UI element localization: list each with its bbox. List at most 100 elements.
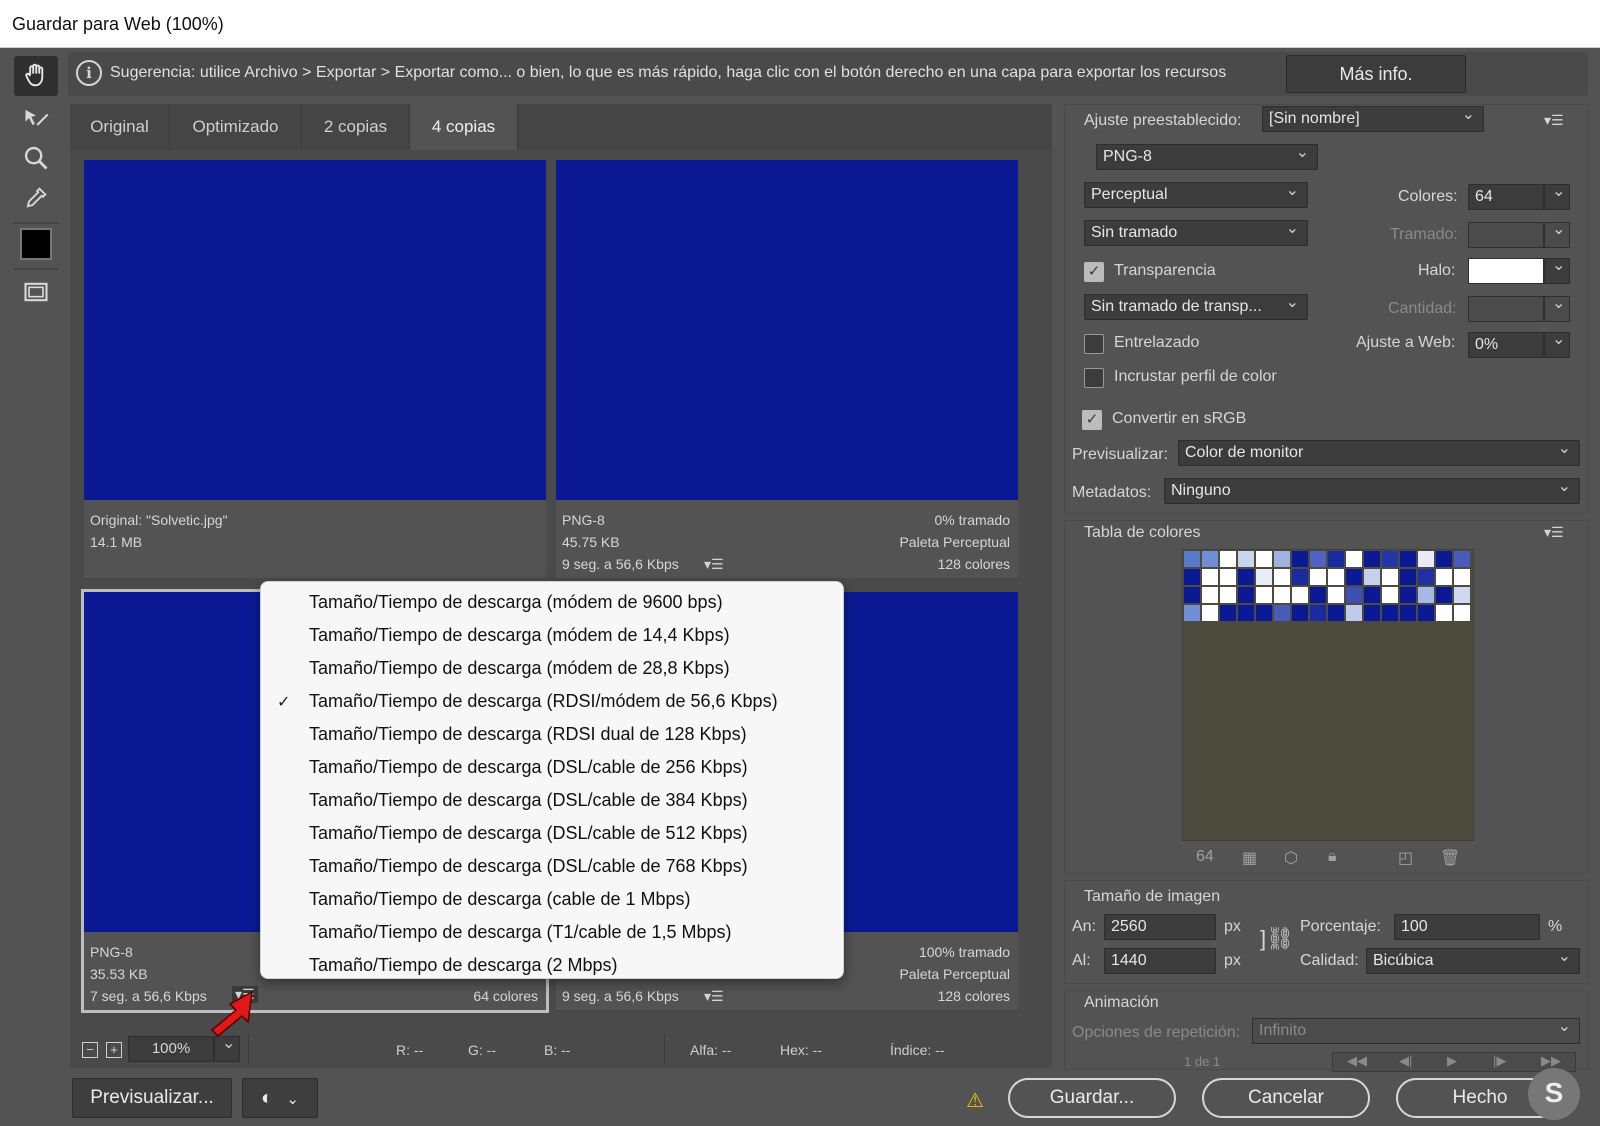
menu-item-1-5m[interactable]: Tamaño/Tiempo de descarga (T1/cable de 1… xyxy=(309,922,732,943)
menu-item-384k[interactable]: Tamaño/Tiempo de descarga (DSL/cable de … xyxy=(309,790,748,811)
toggle-slices-icon[interactable] xyxy=(14,272,58,312)
menu-item-768k[interactable]: Tamaño/Tiempo de descarga (DSL/cable de … xyxy=(309,856,748,877)
optimize-menu-icon[interactable]: ▾☰ xyxy=(1544,112,1564,129)
halo-color-swatch[interactable] xyxy=(1468,258,1544,284)
color-swatch[interactable] xyxy=(1453,604,1471,622)
color-swatch[interactable] xyxy=(1417,604,1435,622)
menu-item-128k[interactable]: Tamaño/Tiempo de descarga (RDSI dual de … xyxy=(309,724,747,745)
color-swatch[interactable] xyxy=(1309,568,1327,586)
web-snap-dropdown[interactable] xyxy=(1544,329,1570,358)
color-swatch[interactable] xyxy=(1273,586,1291,604)
color-swatch[interactable] xyxy=(1255,568,1273,586)
color-swatch[interactable] xyxy=(1273,568,1291,586)
color-swatch[interactable] xyxy=(1219,550,1237,568)
lock-color-icon[interactable]: 🔒︎ xyxy=(1328,848,1337,866)
color-swatch[interactable] xyxy=(1417,586,1435,604)
preset-dropdown[interactable]: [Sin nombre] xyxy=(1262,106,1484,132)
color-swatch[interactable] xyxy=(1435,550,1453,568)
more-info-button[interactable]: Más info. xyxy=(1286,55,1466,93)
color-reduction-dropdown[interactable]: Perceptual xyxy=(1084,182,1308,208)
color-swatch[interactable] xyxy=(1255,586,1273,604)
color-swatch[interactable] xyxy=(1327,604,1345,622)
web-shift-icon[interactable]: ⬡ xyxy=(1284,848,1298,868)
color-swatch[interactable] xyxy=(1345,586,1363,604)
color-swatch[interactable] xyxy=(1381,550,1399,568)
color-swatch[interactable] xyxy=(1363,586,1381,604)
color-swatch[interactable] xyxy=(1255,604,1273,622)
download-time-menu-icon[interactable]: ▾☰ xyxy=(704,556,724,573)
slice-select-tool-icon[interactable] xyxy=(14,98,58,138)
color-swatch[interactable] xyxy=(1237,604,1255,622)
menu-item-9600[interactable]: Tamaño/Tiempo de descarga (módem de 9600… xyxy=(309,592,723,613)
color-swatch[interactable] xyxy=(1201,604,1219,622)
color-swatch[interactable] xyxy=(1309,604,1327,622)
color-swatch[interactable] xyxy=(1453,586,1471,604)
color-swatch[interactable] xyxy=(1435,568,1453,586)
color-swatch[interactable] xyxy=(1183,550,1201,568)
color-swatch[interactable] xyxy=(1381,586,1399,604)
preview-original[interactable]: Original: "Solvetic.jpg" 14.1 MB xyxy=(84,160,546,578)
color-swatch[interactable] xyxy=(1399,550,1417,568)
color-swatch[interactable] xyxy=(1237,586,1255,604)
cancel-button[interactable]: Cancelar xyxy=(1202,1078,1370,1118)
color-swatch[interactable] xyxy=(1309,550,1327,568)
color-swatch[interactable] xyxy=(1417,550,1435,568)
color-swatch[interactable] xyxy=(1399,586,1417,604)
metadata-dropdown[interactable]: Ninguno xyxy=(1164,478,1580,504)
link-icon[interactable]: ]⛓︎ xyxy=(1260,926,1294,952)
color-swatch[interactable] xyxy=(1183,604,1201,622)
color-swatch[interactable] xyxy=(1309,586,1327,604)
preview-mode-dropdown[interactable]: Color de monitor xyxy=(1178,440,1580,466)
color-swatch[interactable] xyxy=(1399,604,1417,622)
menu-item-2m[interactable]: Tamaño/Tiempo de descarga (2 Mbps) xyxy=(309,955,617,976)
browser-preview-button[interactable]: ◐ ⌄ xyxy=(242,1078,318,1118)
color-swatch[interactable] xyxy=(1327,550,1345,568)
color-swatch[interactable] xyxy=(1345,568,1363,586)
zoom-level-field[interactable]: 100% xyxy=(128,1036,214,1062)
color-swatch[interactable] xyxy=(1363,568,1381,586)
tab-2-up[interactable]: 2 copias xyxy=(302,104,410,150)
color-swatch[interactable] xyxy=(1327,586,1345,604)
color-swatch[interactable] xyxy=(1363,550,1381,568)
tab-4-up[interactable]: 4 copias xyxy=(410,104,518,150)
eyedropper-tool-icon[interactable] xyxy=(14,178,58,218)
color-swatch[interactable] xyxy=(1363,604,1381,622)
menu-item-56k[interactable]: Tamaño/Tiempo de descarga (RDSI/módem de… xyxy=(309,691,778,712)
color-swatch[interactable] xyxy=(1273,550,1291,568)
color-table-grid[interactable] xyxy=(1182,549,1474,841)
save-button[interactable]: Guardar... xyxy=(1008,1078,1176,1118)
colors-dropdown[interactable] xyxy=(1544,181,1570,210)
hand-tool-icon[interactable] xyxy=(14,56,58,96)
preview-button[interactable]: Previsualizar... xyxy=(72,1078,232,1118)
zoom-out-button[interactable]: − xyxy=(82,1042,98,1058)
color-swatch[interactable] xyxy=(1453,568,1471,586)
color-swatch[interactable] xyxy=(1435,586,1453,604)
menu-item-512k[interactable]: Tamaño/Tiempo de descarga (DSL/cable de … xyxy=(309,823,748,844)
web-snap-field[interactable]: 0% xyxy=(1468,332,1544,358)
dither-algorithm-dropdown[interactable]: Sin tramado xyxy=(1084,220,1308,246)
color-swatch[interactable] xyxy=(1201,550,1219,568)
menu-item-28k[interactable]: Tamaño/Tiempo de descarga (módem de 28,8… xyxy=(309,658,730,679)
tab-optimized[interactable]: Optimizado xyxy=(170,104,302,150)
color-swatch[interactable] xyxy=(1255,550,1273,568)
color-swatch[interactable] xyxy=(1201,568,1219,586)
color-swatch[interactable] xyxy=(1417,568,1435,586)
halo-dropdown[interactable] xyxy=(1544,255,1570,284)
menu-item-256k[interactable]: Tamaño/Tiempo de descarga (DSL/cable de … xyxy=(309,757,748,778)
map-transparent-icon[interactable]: ▦ xyxy=(1242,848,1257,868)
color-swatch[interactable] xyxy=(1291,604,1309,622)
color-swatch[interactable] xyxy=(1291,550,1309,568)
color-swatch[interactable] xyxy=(1291,568,1309,586)
color-swatch[interactable] xyxy=(1381,604,1399,622)
transparency-dither-dropdown[interactable]: Sin tramado de transp... xyxy=(1084,294,1308,320)
width-field[interactable]: 2560 xyxy=(1104,914,1216,940)
menu-item-1m[interactable]: Tamaño/Tiempo de descarga (cable de 1 Mb… xyxy=(309,889,691,910)
color-swatch[interactable] xyxy=(1201,586,1219,604)
color-swatch[interactable] xyxy=(1345,604,1363,622)
color-swatch[interactable] xyxy=(1291,586,1309,604)
interlaced-checkbox[interactable] xyxy=(1084,334,1104,354)
percent-field[interactable]: 100 xyxy=(1394,914,1540,940)
format-dropdown[interactable]: PNG-8 xyxy=(1096,144,1318,170)
colors-field[interactable]: 64 xyxy=(1468,184,1544,210)
color-swatch[interactable] xyxy=(1327,568,1345,586)
